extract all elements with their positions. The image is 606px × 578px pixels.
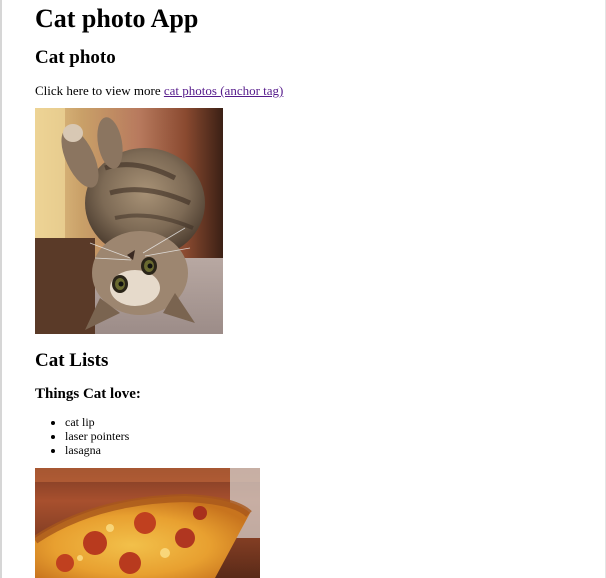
page-title: Cat photo App (35, 4, 199, 33)
cat-lists-heading: Cat Lists (35, 350, 109, 371)
list-item: cat lip (65, 415, 129, 429)
pizza-photo-image[interactable] (35, 468, 260, 578)
intro-paragraph: Click here to view more cat photos (anch… (35, 83, 283, 99)
cat-photo-image[interactable] (35, 108, 223, 334)
cat-photos-link[interactable]: cat photos (anchor tag) (164, 83, 283, 98)
intro-text: Click here to view more (35, 83, 164, 98)
left-border (0, 0, 2, 578)
list-item: lasagna (65, 443, 129, 457)
cat-photo-heading: Cat photo (35, 47, 116, 68)
things-cat-love-heading: Things Cat love: (35, 386, 141, 402)
cat-loves-list: cat lip laser pointers lasagna (35, 415, 129, 457)
list-item: laser pointers (65, 429, 129, 443)
